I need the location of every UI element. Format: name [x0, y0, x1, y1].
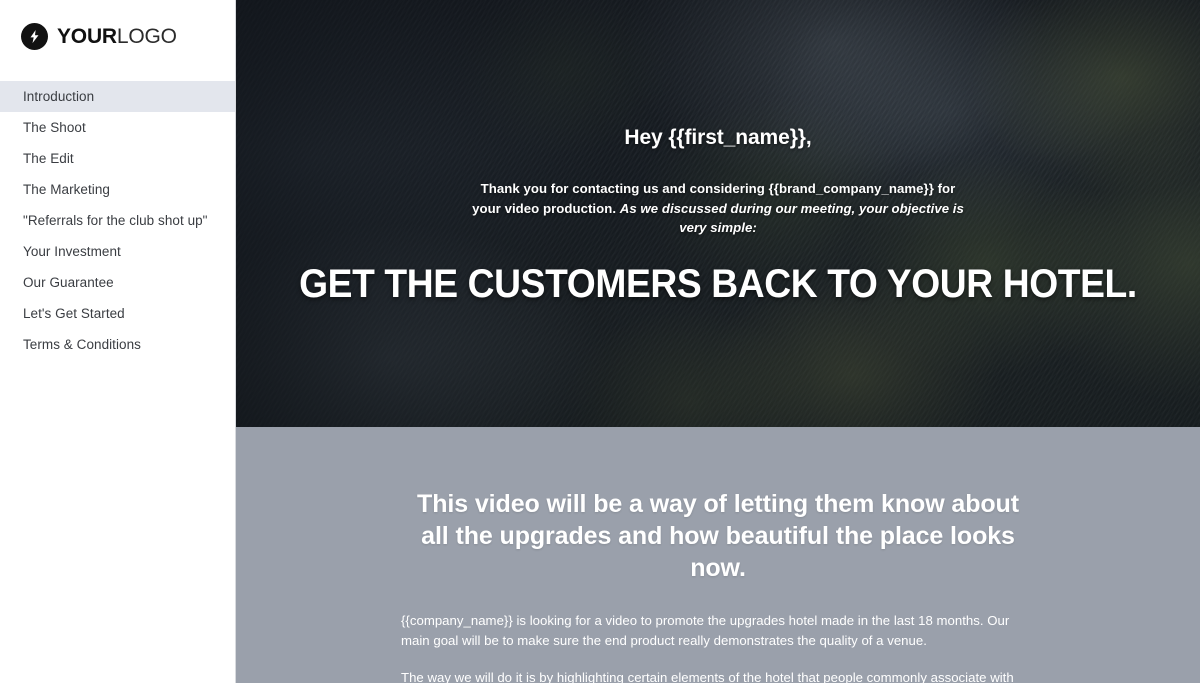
- sidebar-item-lets-get-started[interactable]: Let's Get Started: [0, 298, 235, 329]
- hero-content: Hey {{first_name}}, Thank you for contac…: [236, 0, 1200, 305]
- hero-subtitle: Thank you for contacting us and consider…: [468, 179, 968, 238]
- brand-name-bold: YOUR: [57, 24, 117, 48]
- hero-subtitle-italic: As we discussed during our meeting, your…: [619, 200, 964, 236]
- sidebar-item-referrals[interactable]: "Referrals for the club shot up": [0, 205, 235, 236]
- sidebar: YOURLOGO Introduction The Shoot The Edit…: [0, 0, 236, 683]
- content-area: Hey {{first_name}}, Thank you for contac…: [236, 0, 1200, 683]
- hero-greeting: Hey {{first_name}},: [624, 126, 812, 149]
- panel-body: {{company_name}} is looking for a video …: [236, 611, 1200, 683]
- sidebar-item-your-investment[interactable]: Your Investment: [0, 236, 235, 267]
- objective-panel: This video will be a way of letting them…: [236, 427, 1200, 683]
- brand-name: YOURLOGO: [57, 26, 177, 47]
- proposal-page: YOURLOGO Introduction The Shoot The Edit…: [0, 0, 1200, 683]
- sidebar-item-the-edit[interactable]: The Edit: [0, 143, 235, 174]
- hero-section: Hey {{first_name}}, Thank you for contac…: [236, 0, 1200, 427]
- sidebar-item-the-marketing[interactable]: The Marketing: [0, 174, 235, 205]
- lightning-bolt-icon: [21, 22, 48, 50]
- panel-paragraph: The way we will do it is by highlighting…: [401, 670, 1014, 683]
- sidebar-item-the-shoot[interactable]: The Shoot: [0, 112, 235, 143]
- sidebar-item-introduction[interactable]: Introduction: [0, 81, 235, 112]
- sidebar-item-our-guarantee[interactable]: Our Guarantee: [0, 267, 235, 298]
- brand-logo[interactable]: YOURLOGO: [0, 0, 235, 72]
- sidebar-item-terms-conditions[interactable]: Terms & Conditions: [0, 329, 235, 360]
- panel-heading: This video will be a way of letting them…: [417, 490, 1019, 582]
- hero-headline: GET THE CUSTOMERS BACK TO YOUR HOTEL.: [299, 261, 1137, 306]
- panel-paragraph: {{company_name}} is looking for a video …: [401, 613, 1010, 649]
- sidebar-nav: Introduction The Shoot The Edit The Mark…: [0, 72, 235, 360]
- brand-name-light: LOGO: [116, 24, 177, 48]
